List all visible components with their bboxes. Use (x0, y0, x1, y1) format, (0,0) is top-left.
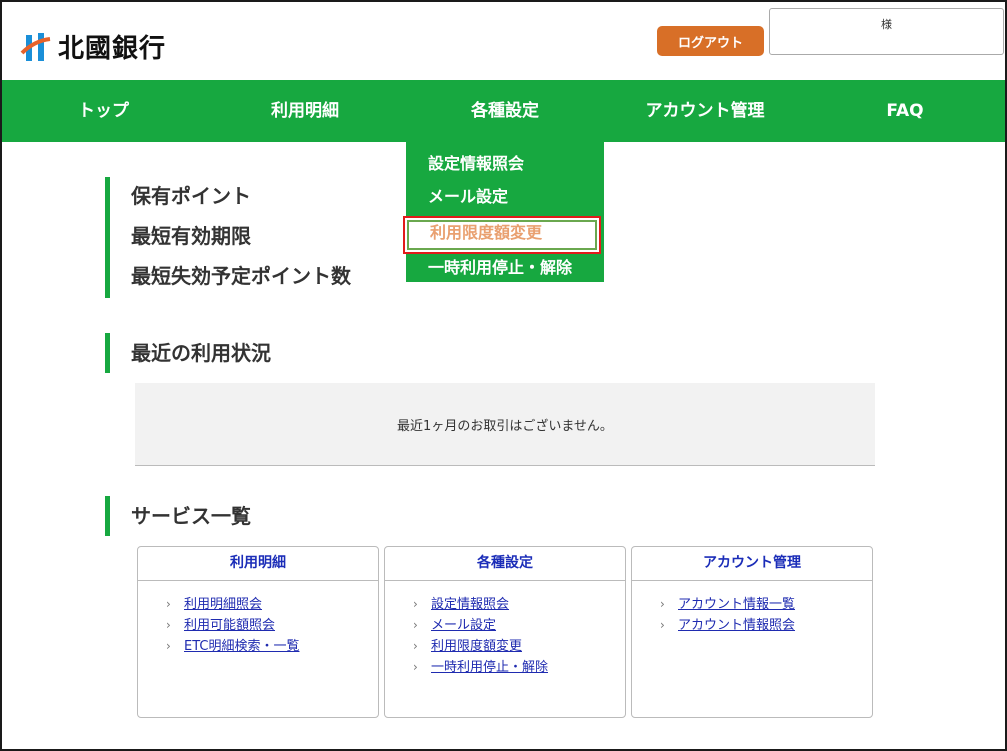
chevron-right-icon: › (166, 597, 171, 611)
chevron-right-icon: › (660, 597, 665, 611)
link-account-list[interactable]: アカウント情報一覧 (678, 597, 795, 612)
link-etc-search[interactable]: ETC明細検索・一覧 (184, 639, 299, 654)
bank-logo-icon (20, 32, 51, 61)
recent-usage-message: 最近1ヶ月のお取引はございません。 (397, 418, 613, 434)
list-item: › 利用明細照会 (166, 594, 378, 615)
nav-faq[interactable]: FAQ (805, 80, 1005, 142)
link-limit-change[interactable]: 利用限度額変更 (431, 639, 522, 654)
card-title: アカウント管理 (632, 547, 872, 581)
recent-usage-box: 最近1ヶ月のお取引はございません。 (135, 383, 875, 466)
points-held-label: 保有ポイント (131, 184, 251, 208)
link-suspend-resume[interactable]: 一時利用停止・解除 (431, 660, 548, 675)
points-section: 保有ポイント 最短有効期限 最短失効予定ポイント数 (105, 177, 351, 298)
chevron-right-icon: › (413, 639, 418, 653)
link-available-amount[interactable]: 利用可能額照会 (184, 618, 275, 633)
card-title: 利用明細 (138, 547, 378, 581)
earliest-expiry-label: 最短有効期限 (131, 224, 251, 248)
service-card-account: アカウント管理 › アカウント情報一覧 › アカウント情報照会 (631, 546, 873, 718)
main-nav: トップ 利用明細 各種設定 アカウント管理 FAQ (2, 80, 1005, 142)
dropdown-item-settings-inquiry[interactable]: 設定情報照会 (406, 150, 604, 183)
brand-name: 北國銀行 (58, 34, 167, 64)
link-mail-settings[interactable]: メール設定 (431, 618, 496, 633)
nav-top[interactable]: トップ (2, 80, 205, 142)
settings-dropdown-menu: 設定情報照会 メール設定 利用限度額変更 一時利用停止・解除 (403, 142, 605, 283)
nav-statements[interactable]: 利用明細 (205, 80, 405, 142)
card-title: 各種設定 (385, 547, 625, 581)
logout-button[interactable]: ログアウト (657, 26, 764, 56)
nav-account[interactable]: アカウント管理 (605, 80, 805, 142)
dropdown-item-mail-settings[interactable]: メール設定 (406, 183, 604, 216)
brand-logo[interactable]: 北國銀行 (20, 28, 166, 65)
nav-settings[interactable]: 各種設定 (405, 80, 605, 142)
chevron-right-icon: › (413, 660, 418, 674)
user-suffix: 様 (881, 18, 892, 31)
chevron-right-icon: › (166, 618, 171, 632)
list-item: › 利用可能額照会 (166, 615, 378, 636)
dropdown-item-suspend-resume[interactable]: 一時利用停止・解除 (406, 254, 604, 287)
chevron-right-icon: › (413, 597, 418, 611)
link-account-inquiry[interactable]: アカウント情報照会 (678, 618, 795, 633)
list-item: › 一時利用停止・解除 (413, 657, 625, 678)
page-frame: 北國銀行 ログアウト 様 トップ 利用明細 各種設定 アカウント管理 FAQ 設… (0, 0, 1007, 751)
list-item: › メール設定 (413, 615, 625, 636)
chevron-right-icon: › (660, 618, 665, 632)
service-card-settings: 各種設定 › 設定情報照会 › メール設定 › 利用限度額変更 › 一時利用停止・解除 (384, 546, 626, 718)
link-settings-inquiry[interactable]: 設定情報照会 (431, 597, 509, 612)
dropdown-item-limit-change[interactable]: 利用限度額変更 (403, 216, 601, 254)
chevron-right-icon: › (413, 618, 418, 632)
service-cards: 利用明細 › 利用明細照会 › 利用可能額照会 › ETC明細検索・一覧 各種設定 ›… (137, 546, 875, 718)
list-item: › アカウント情報一覧 (660, 594, 872, 615)
link-statement-inquiry[interactable]: 利用明細照会 (184, 597, 262, 612)
chevron-right-icon: › (166, 639, 171, 653)
service-card-statements: 利用明細 › 利用明細照会 › 利用可能額照会 › ETC明細検索・一覧 (137, 546, 379, 718)
expiring-points-label: 最短失効予定ポイント数 (131, 264, 351, 288)
list-item: › 設定情報照会 (413, 594, 625, 615)
header: 北國銀行 ログアウト 様 (2, 2, 1005, 80)
list-item: › ETC明細検索・一覧 (166, 636, 378, 657)
user-name-box: 様 (769, 8, 1004, 55)
list-item: › 利用限度額変更 (413, 636, 625, 657)
list-item: › アカウント情報照会 (660, 615, 872, 636)
service-list-heading: サービス一覧 (105, 496, 251, 536)
recent-usage-heading: 最近の利用状況 (105, 333, 271, 373)
